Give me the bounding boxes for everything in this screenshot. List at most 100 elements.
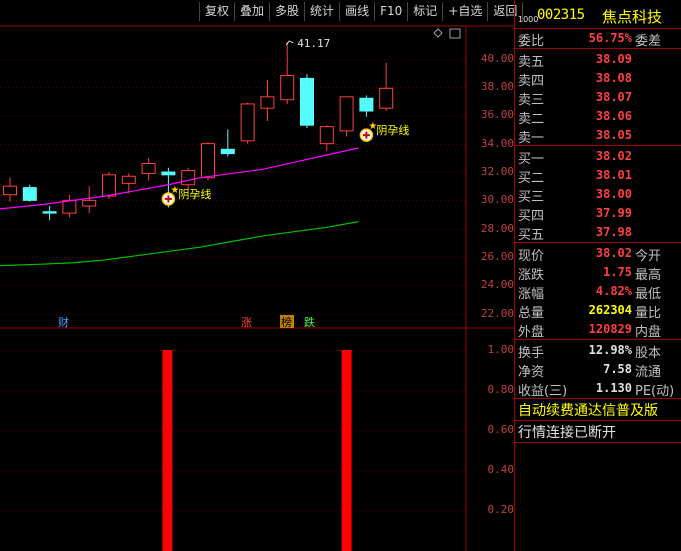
stat-row-label2: 内盘 — [635, 325, 662, 340]
sell-level-3-value: 38.07 — [595, 90, 632, 104]
stat-row-value: 7.58 — [603, 362, 632, 376]
stock-title[interactable]: 1000 002315 焦点科技 — [515, 6, 681, 28]
stat-row-label2: 最高 — [635, 268, 662, 283]
price-tick: 26.00 — [480, 250, 514, 264]
stat-row-label: 涨跌 — [518, 268, 545, 283]
buy-level-4: 买四 37.99 — [515, 204, 681, 224]
candle-body — [161, 171, 176, 176]
mark-button[interactable]: 标记 — [408, 2, 444, 21]
connection-status: 行情连接已断开 — [518, 425, 616, 441]
sell-level-4-label: 卖四 — [518, 74, 545, 89]
event-marker: 财 — [58, 315, 69, 329]
candle-body — [201, 143, 215, 179]
stat-row: 总量 262304 量比 — [515, 301, 681, 321]
pattern-label: 阴孕线 — [376, 123, 409, 137]
candle-body — [62, 199, 77, 214]
ma-long-line — [0, 221, 359, 267]
indicator-tick: 1.00 — [487, 343, 515, 356]
candle-body — [280, 75, 295, 101]
sell-level-2-label: 卖二 — [518, 112, 545, 127]
market-code: 1000 — [518, 15, 539, 24]
stat-row-value: 1.130 — [595, 381, 632, 395]
sell-level-5: 卖五 38.09 — [515, 50, 681, 70]
stock-code: 002315 — [537, 7, 585, 23]
multi-stock-button[interactable]: 多股 — [270, 2, 306, 21]
high-marker — [285, 40, 294, 46]
candle-body — [339, 96, 354, 132]
f10-button[interactable]: F10 — [375, 2, 409, 21]
buy-level-1: 买一 38.02 — [515, 147, 681, 167]
stat-row: 涨幅 4.82% 最低 — [515, 282, 681, 302]
stat-row-label: 净资 — [518, 365, 545, 380]
add-watchlist-button[interactable]: +自选 — [443, 2, 489, 21]
price-tick: 24.00 — [480, 278, 514, 292]
stat-row: 换手 12.98% 股本 — [515, 341, 681, 361]
event-marker: 涨 — [241, 316, 252, 329]
subscription-notice[interactable]: 自动续费通达信普及版 — [518, 400, 658, 420]
indicator-tick: 0.40 — [487, 463, 515, 476]
stock-name: 焦点科技 — [602, 8, 663, 26]
price-tick: 40.00 — [480, 51, 514, 65]
buy-level-2: 买二 38.01 — [515, 166, 681, 186]
sell-level-2: 卖二 38.06 — [515, 107, 681, 127]
sell-level-4-value: 38.08 — [595, 71, 632, 85]
overlay-button[interactable]: 叠加 — [235, 2, 271, 21]
window-icon — [449, 28, 461, 39]
buy-level-4-label: 买四 — [518, 209, 545, 224]
candle-body — [260, 96, 275, 109]
stat-row-value: 1.75 — [603, 265, 632, 279]
sell-level-1-label: 卖一 — [518, 131, 545, 146]
buy-level-4-value: 37.99 — [595, 206, 632, 220]
stat-row-label2: 量比 — [635, 306, 662, 321]
stat-row-label2: 流通 — [635, 365, 662, 380]
buy-level-5: 买五 37.98 — [515, 223, 681, 243]
stat-row-label2: PE(动) — [635, 384, 675, 399]
candle-body — [102, 174, 116, 197]
candle-body — [240, 103, 255, 142]
toolbar: 复权 叠加 多股 统计 画线 F10 标记 +自选 返回 — [199, 2, 524, 23]
sell-level-3: 卖三 38.07 — [515, 88, 681, 108]
buy-level-3-label: 买三 — [518, 190, 545, 205]
price-tick: 38.00 — [480, 79, 514, 93]
stat-row-value: 38.02 — [595, 246, 632, 260]
event-marker: 跌 — [304, 315, 315, 329]
weibi-row: 委比 56.75% 委差 — [515, 29, 681, 49]
event-marker: 榜 — [281, 315, 292, 329]
weibi-label: 委比 — [518, 34, 545, 49]
stat-row-value: 120829 — [588, 322, 632, 336]
weicha-label: 委差 — [635, 34, 662, 49]
indicator-tick: 0.80 — [487, 383, 515, 396]
buy-level-3-value: 38.00 — [595, 187, 632, 201]
high-label: 41.17 — [297, 37, 330, 50]
statistics-button[interactable]: 统计 — [305, 2, 341, 21]
candle-body — [319, 126, 334, 145]
price-tick: 34.00 — [480, 136, 514, 150]
buy-level-5-label: 买五 — [518, 228, 545, 243]
candle-body — [141, 162, 156, 174]
restore-rights-button[interactable]: 复权 — [199, 2, 236, 21]
pattern-label: 阴孕线 — [178, 187, 211, 201]
stat-row: 外盘 120829 内盘 — [515, 320, 681, 340]
candle-body — [379, 87, 394, 109]
weibi-value: 56.75% — [588, 31, 632, 45]
buy-level-1-value: 38.02 — [595, 149, 632, 163]
sell-level-2-value: 38.06 — [595, 109, 632, 123]
sell-level-5-label: 卖五 — [518, 55, 545, 70]
stat-row-label2: 今开 — [635, 249, 662, 264]
candle-body — [82, 199, 97, 207]
candle-body — [300, 77, 314, 126]
indicator-bar — [341, 350, 352, 551]
price-tick: 32.00 — [480, 165, 514, 178]
sell-level-3-label: 卖三 — [518, 93, 545, 108]
sell-level-4: 卖四 38.08 — [515, 69, 681, 89]
price-tick: 28.00 — [480, 221, 514, 235]
stat-row-label: 总量 — [518, 306, 545, 321]
sell-level-5-value: 38.09 — [595, 52, 632, 66]
candle-body — [181, 170, 196, 186]
stat-row-value: 262304 — [588, 303, 632, 317]
divider — [515, 442, 681, 443]
indicator-bar — [162, 350, 173, 551]
stat-row-label2: 股本 — [635, 346, 662, 361]
draw-line-button[interactable]: 画线 — [340, 2, 376, 21]
kline-chart[interactable]: 41.17★ 阴孕线★ 阴孕线财涨榜跌 — [0, 0, 514, 551]
